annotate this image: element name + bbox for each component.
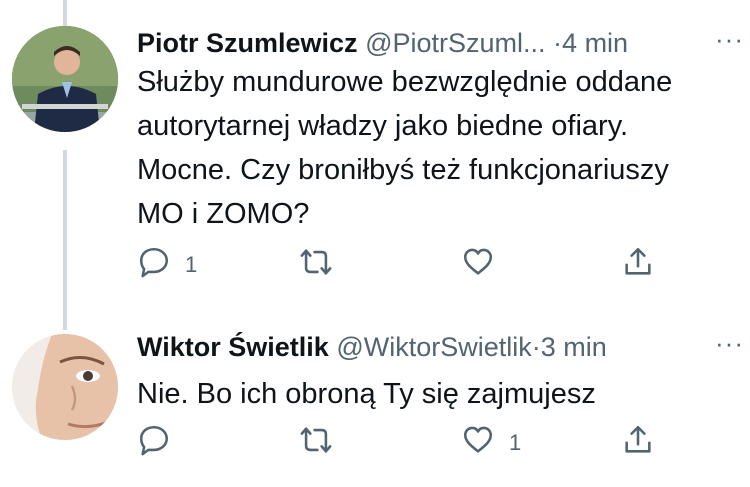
reply-button[interactable]: [137, 423, 185, 463]
reply-button[interactable]: 1: [137, 245, 197, 285]
like-button[interactable]: 1: [461, 423, 521, 463]
tweet-header: Piotr Szumlewicz @PiotrSzuml... ·4 min: [137, 26, 628, 60]
retweet-icon: [299, 245, 333, 285]
like-icon: [461, 423, 495, 463]
reply-icon: [137, 245, 171, 285]
share-button[interactable]: [621, 245, 655, 285]
tweet-actions: 1: [137, 245, 667, 285]
like-button[interactable]: [461, 245, 509, 285]
tweet-text: Nie. Bo ich obroną Ty się zajmujesz: [137, 372, 737, 416]
more-icon[interactable]: ···: [715, 328, 744, 359]
like-icon: [461, 245, 495, 285]
retweet-button[interactable]: [299, 423, 347, 463]
reply-icon: [137, 423, 171, 463]
author-handle[interactable]: @PiotrSzuml...: [365, 28, 545, 58]
separator: ·: [553, 28, 563, 58]
avatar[interactable]: [12, 26, 118, 132]
tweet-text-line: MO i ZOMO?: [137, 198, 310, 230]
avatar[interactable]: [12, 334, 118, 440]
share-icon: [621, 245, 655, 285]
share-icon: [621, 423, 655, 463]
author-handle[interactable]: @WiktorSwietlik: [336, 332, 531, 362]
tweet-text-line: Nie. Bo ich obroną Ty się zajmujesz: [137, 378, 596, 410]
tweet-text-line: Mocne. Czy broniłbyś też funkcjonariuszy: [137, 154, 669, 186]
separator: ·: [531, 332, 541, 362]
author-name[interactable]: Piotr Szumlewicz: [137, 28, 358, 58]
reply-count: 1: [185, 252, 198, 277]
tweet-text: Służby mundurowe bezwzględnie oddane aut…: [137, 60, 737, 236]
timestamp[interactable]: 3 min: [541, 332, 607, 362]
like-count: 1: [509, 430, 522, 455]
tweet[interactable]: Piotr Szumlewicz @PiotrSzuml... ·4 min ·…: [0, 0, 750, 316]
retweet-icon: [299, 423, 333, 463]
tweet-text-line: autorytarnej władzy jako biedne ofiary.: [137, 110, 629, 142]
retweet-button[interactable]: [299, 245, 347, 285]
author-name[interactable]: Wiktor Świetlik: [137, 332, 329, 362]
timestamp[interactable]: 4 min: [562, 28, 628, 58]
tweet-actions: 1: [137, 423, 667, 463]
more-icon[interactable]: ···: [715, 24, 744, 55]
tweet-header: Wiktor Świetlik @WiktorSwietlik·3 min: [137, 330, 607, 364]
tweet[interactable]: Wiktor Świetlik @WiktorSwietlik·3 min ··…: [0, 316, 750, 487]
tweet-text-line: Służby mundurowe bezwzględnie oddane: [137, 66, 673, 98]
share-button[interactable]: [621, 423, 655, 463]
